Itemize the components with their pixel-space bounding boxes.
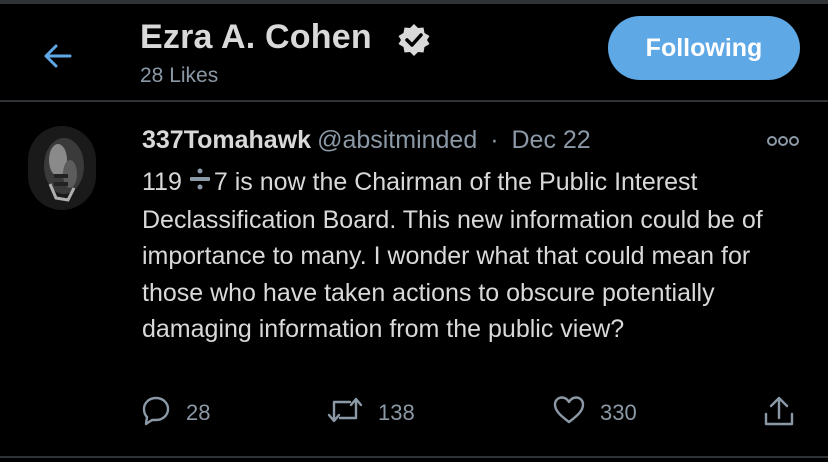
- bottom-divider: [0, 456, 828, 458]
- tweet-meta: 337Tomahawk @absitminded · Dec 22: [142, 126, 591, 155]
- back-arrow-icon[interactable]: [40, 38, 76, 74]
- profile-header: Ezra A. Cohen 28 Likes Following: [0, 4, 828, 100]
- tweet-date[interactable]: Dec 22: [511, 126, 590, 154]
- retweet-count: 138: [378, 400, 415, 425]
- reply-button[interactable]: 28: [140, 394, 210, 432]
- reply-icon: [140, 394, 172, 432]
- tweet-text-body: 7 is now the Chairman of the Public Inte…: [142, 168, 763, 344]
- profile-likes-count: 28 Likes: [140, 64, 219, 87]
- tweet-actions: 28 138 330: [0, 394, 828, 438]
- like-icon: [552, 394, 586, 432]
- profile-name: Ezra A. Cohen: [140, 18, 372, 56]
- following-button[interactable]: Following: [608, 16, 800, 80]
- avatar[interactable]: [28, 126, 96, 210]
- tweet-author-name[interactable]: 337Tomahawk: [142, 126, 311, 154]
- divide-icon: [188, 165, 212, 202]
- share-icon: [762, 394, 796, 436]
- like-count: 330: [600, 400, 637, 425]
- more-options-icon[interactable]: [766, 134, 800, 148]
- like-button[interactable]: 330: [552, 394, 637, 432]
- verified-badge-icon: [396, 22, 432, 58]
- tweet-text-lead: 119: [142, 168, 182, 196]
- meta-separator: ·: [490, 126, 499, 154]
- tweet-author-handle[interactable]: @absitminded: [317, 126, 477, 154]
- reply-count: 28: [186, 400, 211, 425]
- header-divider: [0, 100, 828, 102]
- tweet-text: 119 7 is now the Chairman of the Public I…: [142, 164, 812, 348]
- retweet-button[interactable]: 138: [326, 394, 415, 432]
- retweet-icon: [326, 394, 364, 432]
- share-button[interactable]: [762, 394, 796, 436]
